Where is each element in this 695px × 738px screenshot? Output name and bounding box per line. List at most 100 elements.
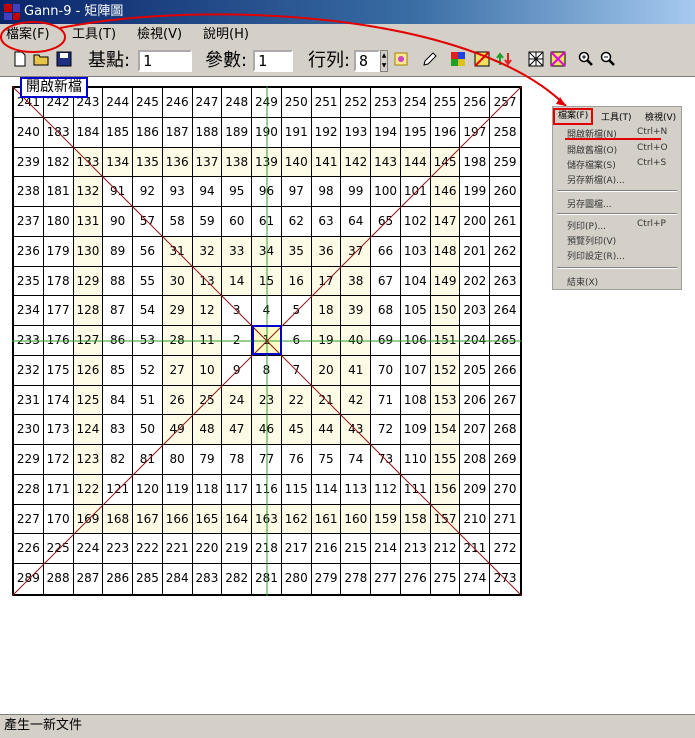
grid-cell[interactable]: 258 [490, 118, 520, 148]
grid-cell[interactable]: 16 [281, 266, 312, 297]
grid-cell[interactable]: 200 [460, 207, 491, 237]
grid-cell[interactable]: 248 [222, 88, 253, 118]
grid-cell[interactable]: 107 [400, 355, 431, 386]
grid-cell[interactable]: 221 [162, 534, 193, 565]
grid-cell[interactable]: 71 [371, 385, 401, 416]
popup-menu-view[interactable]: 檢視(V) [645, 110, 676, 123]
grid-cell[interactable]: 175 [43, 355, 74, 386]
grid-cell[interactable]: 214 [371, 534, 401, 565]
grid-cell[interactable]: 245 [133, 88, 163, 118]
grid-cell[interactable]: 282 [222, 564, 253, 594]
grid-cell[interactable]: 203 [460, 296, 491, 327]
grid-cell[interactable]: 11 [192, 326, 223, 356]
grid-cell[interactable]: 238 [14, 177, 44, 208]
grid-cell[interactable]: 117 [222, 474, 253, 505]
grid-cell[interactable]: 119 [162, 474, 193, 505]
grid-cell[interactable]: 199 [460, 177, 491, 208]
menu-item-save-image[interactable]: 另存圖檔... [567, 197, 679, 210]
grid-cell[interactable]: 94 [192, 177, 223, 208]
grid-cell[interactable]: 283 [193, 564, 223, 594]
new-icon[interactable] [10, 51, 30, 71]
grid-cell[interactable]: 286 [103, 564, 134, 594]
grid-cell[interactable]: 96 [252, 177, 282, 208]
grid-cell[interactable]: 77 [252, 445, 282, 475]
grid-cell[interactable]: 89 [103, 236, 134, 267]
grid-cell[interactable]: 70 [371, 355, 401, 386]
grid-cell[interactable]: 211 [460, 534, 491, 565]
base-input[interactable]: 1 [138, 50, 192, 72]
grid-cell[interactable]: 25 [192, 385, 223, 416]
grid-cell[interactable]: 131 [73, 207, 104, 237]
grid-cell[interactable]: 88 [103, 266, 134, 297]
grid-cell[interactable]: 5 [281, 296, 312, 327]
grid-cell[interactable]: 270 [490, 475, 520, 505]
grid-cell[interactable]: 47 [222, 415, 253, 446]
grid-cell[interactable]: 185 [103, 117, 134, 148]
grid-cell[interactable]: 167 [133, 504, 163, 535]
grid-cell[interactable]: 6 [281, 326, 312, 356]
grid-cell[interactable]: 39 [341, 296, 372, 327]
grid-cell[interactable]: 250 [281, 88, 312, 118]
grid-cell[interactable]: 80 [162, 445, 193, 475]
grid-cell[interactable]: 109 [400, 415, 431, 446]
grid-cell[interactable]: 277 [371, 564, 401, 594]
grid-cell[interactable]: 239 [14, 147, 44, 178]
popup-menu-file[interactable]: 檔案(F) [553, 108, 594, 125]
grid-cell[interactable]: 186 [133, 117, 163, 148]
grid-cell[interactable]: 233 [14, 326, 44, 356]
zoom-in-icon[interactable] [576, 51, 596, 71]
grid-cell[interactable]: 27 [162, 355, 193, 386]
grid-cell[interactable]: 65 [371, 207, 401, 237]
grid-cell[interactable]: 31 [162, 236, 193, 267]
param-input[interactable]: 1 [253, 50, 293, 72]
grid-cell[interactable]: 34 [252, 236, 282, 267]
grid-cell[interactable]: 229 [14, 445, 44, 475]
grid-cell[interactable]: 123 [73, 445, 104, 475]
grid-cell[interactable]: 149 [430, 266, 461, 297]
grid-cell[interactable]: 137 [192, 147, 223, 178]
grid-cell[interactable]: 105 [400, 296, 431, 327]
color-fill-icon[interactable] [391, 51, 411, 71]
grid-cell[interactable]: 268 [490, 415, 520, 446]
grid-cell[interactable]: 231 [14, 385, 44, 416]
grid-cell[interactable]: 129 [73, 266, 104, 297]
grid-cell[interactable]: 41 [341, 355, 372, 386]
grid-cell[interactable]: 8 [252, 355, 282, 386]
grid-cell[interactable]: 21 [311, 385, 342, 416]
grid-cell[interactable]: 82 [103, 445, 134, 475]
grid-cell[interactable]: 263 [490, 267, 520, 297]
grid-cell[interactable]: 280 [282, 564, 312, 594]
grid-cell[interactable]: 209 [460, 474, 491, 505]
grid-cell[interactable]: 190 [252, 117, 282, 148]
grid-cell[interactable]: 251 [311, 88, 342, 118]
grid-cell[interactable]: 237 [14, 207, 44, 237]
grid-cell[interactable]: 22 [281, 385, 312, 416]
grid-cell[interactable]: 147 [430, 207, 461, 237]
grid-cell[interactable]: 120 [133, 474, 163, 505]
grid-cell[interactable]: 207 [460, 415, 491, 446]
menu-help[interactable]: 說明(H) [203, 24, 249, 46]
grid-cell[interactable]: 284 [163, 564, 193, 594]
grid-cell[interactable]: 67 [371, 266, 401, 297]
grid-cell[interactable]: 56 [133, 236, 163, 267]
grid-cell[interactable]: 254 [400, 88, 431, 118]
grid-cell[interactable]: 206 [460, 385, 491, 416]
grid-cell[interactable]: 40 [341, 326, 372, 356]
cross-grid-icon[interactable] [526, 51, 546, 71]
grid-cell[interactable]: 90 [103, 207, 134, 237]
grid-cell[interactable]: 213 [400, 534, 431, 565]
grid-cell[interactable]: 224 [73, 534, 104, 565]
grid-cell[interactable]: 53 [133, 326, 163, 356]
grid-cell[interactable]: 162 [281, 504, 312, 535]
grid-cell[interactable]: 274 [460, 564, 491, 594]
grid-cell[interactable]: 252 [341, 88, 372, 118]
grid-cell[interactable]: 285 [133, 564, 163, 594]
grid-cell[interactable]: 13 [192, 266, 223, 297]
grid-cell[interactable]: 116 [252, 474, 282, 505]
grid-cell[interactable]: 217 [281, 534, 312, 565]
grid-cell[interactable]: 58 [162, 207, 193, 237]
grid-cell[interactable]: 59 [192, 207, 223, 237]
grid-cell[interactable]: 83 [103, 415, 134, 446]
rowcol-input[interactable]: 8 [354, 50, 380, 72]
grid-cell[interactable]: 130 [73, 236, 104, 267]
